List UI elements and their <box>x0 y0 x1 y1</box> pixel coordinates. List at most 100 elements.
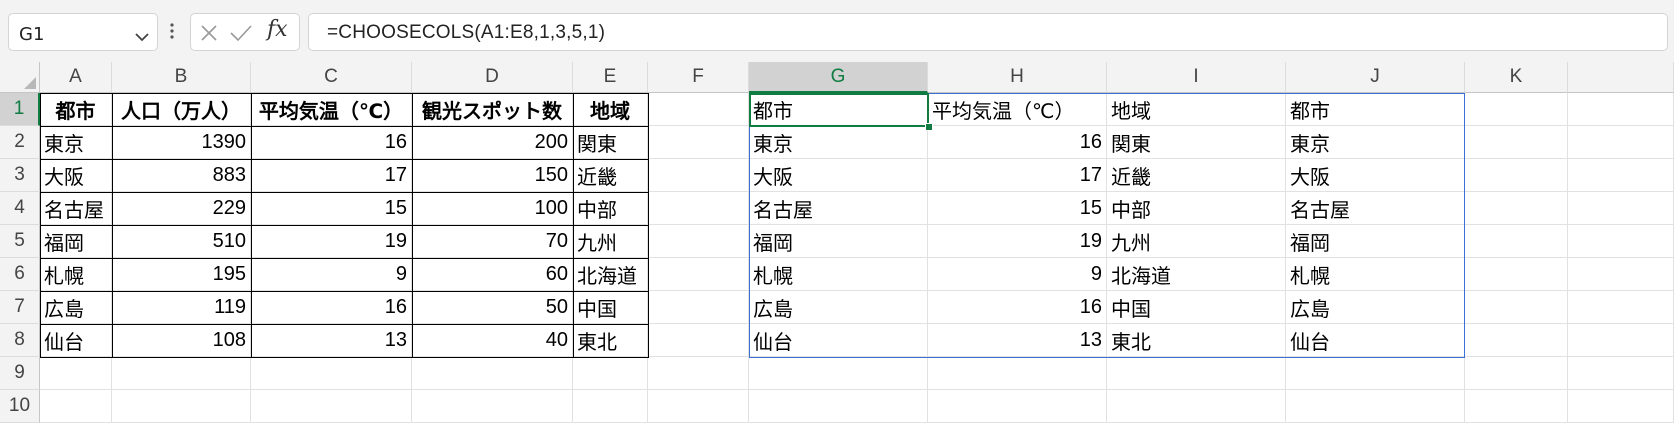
more-options-icon[interactable] <box>170 22 174 44</box>
source-data-cell[interactable]: 広島 <box>40 291 112 324</box>
grid-cell[interactable] <box>112 357 251 390</box>
grid-cell[interactable] <box>648 225 749 258</box>
name-box[interactable]: G1 <box>8 13 158 51</box>
grid-cell[interactable] <box>412 357 573 390</box>
source-header-cell[interactable]: 都市 <box>40 93 112 126</box>
source-data-cell[interactable]: 50 <box>412 291 573 324</box>
result-data-cell[interactable]: 名古屋 <box>1286 192 1465 225</box>
grid-cell[interactable] <box>1286 390 1465 423</box>
result-data-cell[interactable]: 札幌 <box>1286 258 1465 291</box>
grid-cell[interactable] <box>412 390 573 423</box>
result-data-cell[interactable]: 中部 <box>1107 192 1286 225</box>
source-data-cell[interactable]: 229 <box>112 192 251 225</box>
grid-cell[interactable] <box>749 357 928 390</box>
grid-cell[interactable] <box>648 93 749 126</box>
result-data-cell[interactable]: 東北 <box>1107 324 1286 357</box>
grid-cell[interactable] <box>648 192 749 225</box>
grid-cell[interactable] <box>648 159 749 192</box>
grid-cell[interactable] <box>1286 357 1465 390</box>
grid-cell[interactable] <box>1465 324 1568 357</box>
grid-cell[interactable] <box>1568 225 1674 258</box>
result-data-cell[interactable]: 中国 <box>1107 291 1286 324</box>
grid-cell[interactable] <box>648 390 749 423</box>
column-header-i[interactable]: I <box>1107 62 1286 93</box>
source-data-cell[interactable]: 200 <box>412 126 573 159</box>
grid-cell[interactable] <box>749 390 928 423</box>
source-data-cell[interactable]: 16 <box>251 291 412 324</box>
source-data-cell[interactable]: 883 <box>112 159 251 192</box>
grid-cell[interactable] <box>1465 390 1568 423</box>
column-header-b[interactable]: B <box>112 62 251 93</box>
cancel-icon[interactable] <box>199 23 219 47</box>
source-header-cell[interactable]: 人口（万人） <box>112 93 251 126</box>
source-data-cell[interactable]: 70 <box>412 225 573 258</box>
result-data-cell[interactable]: 大阪 <box>749 159 928 192</box>
result-data-cell[interactable]: 九州 <box>1107 225 1286 258</box>
grid-cell[interactable] <box>1465 93 1568 126</box>
source-data-cell[interactable]: 1390 <box>112 126 251 159</box>
source-data-cell[interactable]: 119 <box>112 291 251 324</box>
result-data-cell[interactable]: 東京 <box>1286 126 1465 159</box>
column-header-j[interactable]: J <box>1286 62 1465 93</box>
source-data-cell[interactable]: 100 <box>412 192 573 225</box>
row-header-10[interactable]: 10 <box>0 390 40 423</box>
grid-cell[interactable] <box>112 390 251 423</box>
grid-cell[interactable] <box>1465 258 1568 291</box>
source-data-cell[interactable]: 40 <box>412 324 573 357</box>
grid-cell[interactable] <box>40 390 112 423</box>
grid-cell[interactable] <box>1568 159 1674 192</box>
column-header-k[interactable]: K <box>1465 62 1568 93</box>
formula-input[interactable]: =CHOOSECOLS(A1:E8,1,3,5,1) <box>308 13 1668 51</box>
grid-cell[interactable] <box>1465 159 1568 192</box>
grid-cell[interactable] <box>1465 192 1568 225</box>
column-header-f[interactable]: F <box>648 62 749 93</box>
select-all-button[interactable] <box>0 62 40 93</box>
source-header-cell[interactable]: 平均気温（℃） <box>251 93 412 126</box>
result-data-cell[interactable]: 広島 <box>1286 291 1465 324</box>
result-data-cell[interactable]: 大阪 <box>1286 159 1465 192</box>
result-data-cell[interactable]: 15 <box>928 192 1107 225</box>
result-data-cell[interactable]: 9 <box>928 258 1107 291</box>
grid-cell[interactable] <box>573 357 648 390</box>
grid-cell[interactable] <box>1465 357 1568 390</box>
result-data-cell[interactable]: 北海道 <box>1107 258 1286 291</box>
result-data-cell[interactable]: 福岡 <box>1286 225 1465 258</box>
source-data-cell[interactable]: 名古屋 <box>40 192 112 225</box>
grid-cell[interactable] <box>573 390 648 423</box>
row-header-3[interactable]: 3 <box>0 159 40 192</box>
grid-cell[interactable] <box>1107 357 1286 390</box>
result-data-cell[interactable]: 札幌 <box>749 258 928 291</box>
grid-cell[interactable] <box>1568 390 1674 423</box>
result-data-cell[interactable]: 福岡 <box>749 225 928 258</box>
source-data-cell[interactable]: 九州 <box>573 225 648 258</box>
column-header-g[interactable]: G <box>749 62 928 93</box>
grid-cell[interactable] <box>1107 390 1286 423</box>
result-data-cell[interactable]: 広島 <box>749 291 928 324</box>
grid-cell[interactable] <box>1568 126 1674 159</box>
row-header-8[interactable]: 8 <box>0 324 40 357</box>
grid-cell[interactable] <box>1568 258 1674 291</box>
source-data-cell[interactable]: 13 <box>251 324 412 357</box>
row-header-5[interactable]: 5 <box>0 225 40 258</box>
column-header-d[interactable]: D <box>412 62 573 93</box>
result-data-cell[interactable]: 東京 <box>749 126 928 159</box>
source-data-cell[interactable]: 中部 <box>573 192 648 225</box>
source-data-cell[interactable]: 16 <box>251 126 412 159</box>
grid-cell[interactable] <box>648 258 749 291</box>
column-header-c[interactable]: C <box>251 62 412 93</box>
source-data-cell[interactable]: 中国 <box>573 291 648 324</box>
result-data-cell[interactable]: 16 <box>928 291 1107 324</box>
grid-cell[interactable] <box>1568 324 1674 357</box>
source-data-cell[interactable]: 仙台 <box>40 324 112 357</box>
row-header-4[interactable]: 4 <box>0 192 40 225</box>
check-icon[interactable] <box>229 23 253 47</box>
grid-cell[interactable] <box>40 357 112 390</box>
row-header-9[interactable]: 9 <box>0 357 40 390</box>
result-header-cell[interactable]: 平均気温（℃） <box>928 93 1107 126</box>
result-data-cell[interactable]: 名古屋 <box>749 192 928 225</box>
column-header-a[interactable]: A <box>40 62 112 93</box>
row-header-6[interactable]: 6 <box>0 258 40 291</box>
source-data-cell[interactable]: 福岡 <box>40 225 112 258</box>
source-data-cell[interactable]: 大阪 <box>40 159 112 192</box>
source-data-cell[interactable]: 東北 <box>573 324 648 357</box>
